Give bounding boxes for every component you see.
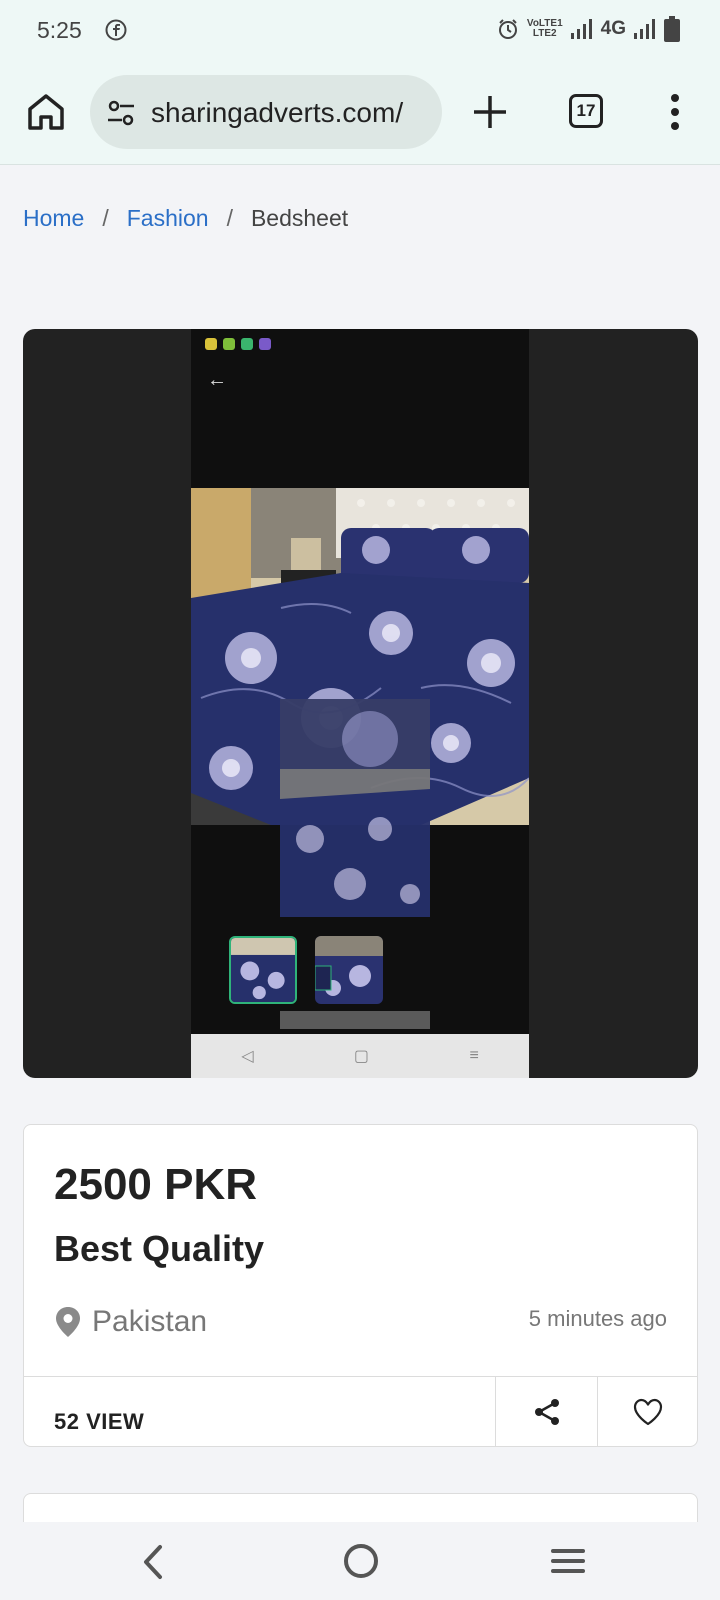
home-nav-icon[interactable] [344,1544,378,1578]
favorite-button[interactable] [597,1376,698,1447]
tab-count: 17 [576,101,596,120]
home-icon[interactable] [24,90,68,134]
listing-info-card: 2500 PKR Best Quality Pakistan 5 minutes… [23,1124,698,1447]
site-settings-icon[interactable] [106,99,136,127]
listing-title: Best Quality [54,1228,265,1269]
signal-icon [570,19,592,39]
tab-switcher-button[interactable]: 17 [569,94,603,128]
network-type: 4G [600,18,626,39]
view-count: 52 VIEW [54,1409,145,1434]
browser-toolbar: sharingadverts.com/ 17 [0,62,720,165]
share-icon [534,1398,559,1425]
posted-time: 5 minutes ago [528,1306,667,1331]
breadcrumb: Home / Fashion / Bedsheet [23,205,348,232]
embedded-screenshot-overlay [280,699,430,917]
thumbnail-strip [229,936,383,1004]
status-icons: VoLTE1 LTE2 4G [497,16,680,42]
listing-price: 2500 PKR [54,1160,258,1209]
breadcrumb-separator: / [226,205,233,231]
lte-label-bottom: LTE2 [532,28,557,39]
heart-icon [633,1398,663,1425]
new-tab-icon[interactable] [470,92,510,132]
more-menu-icon[interactable] [668,92,682,132]
location-text: Pakistan [92,1305,208,1338]
breadcrumb-separator: / [102,205,109,231]
lte-indicator: VoLTE1 LTE2 [527,19,563,39]
battery-icon [664,16,680,42]
share-button[interactable] [495,1376,597,1447]
breadcrumb-current: Bedsheet [250,205,349,231]
status-time: 5:25 [37,17,82,43]
recents-nav-icon[interactable] [550,1546,586,1576]
embedded-back-nav-icon: ◁ [241,1048,254,1065]
url-text[interactable]: sharingadverts.com/ [151,97,436,129]
signal-icon-2 [634,19,655,39]
status-bar: 5:25 VoLTE1 LTE2 4G [0,0,720,62]
embedded-nav-strip [280,1011,430,1029]
breadcrumb-home[interactable]: Home [23,205,84,232]
listing-location: Pakistan [54,1305,207,1339]
embedded-home-nav-icon: ▢ [353,1048,370,1065]
system-nav-bar [0,1522,720,1600]
product-image[interactable]: ← ◁ ▢ ≡ [191,329,529,1078]
thumbnail-1[interactable] [229,936,297,1004]
product-image-gallery[interactable]: ← ◁ ▢ ≡ [23,329,698,1078]
embedded-back-icon: ← [207,369,227,391]
embedded-recents-nav-icon: ≡ [469,1047,479,1064]
address-bar[interactable]: sharingadverts.com/ [90,75,442,149]
location-pin-icon [56,1307,80,1337]
embedded-status-bar [205,337,515,351]
embedded-nav-bar: ◁ ▢ ≡ [191,1034,529,1078]
facebook-icon [105,19,127,41]
thumbnail-2[interactable] [315,936,383,1004]
back-nav-icon[interactable] [138,1544,168,1580]
alarm-icon [498,19,517,39]
breadcrumb-fashion[interactable]: Fashion [127,205,209,232]
